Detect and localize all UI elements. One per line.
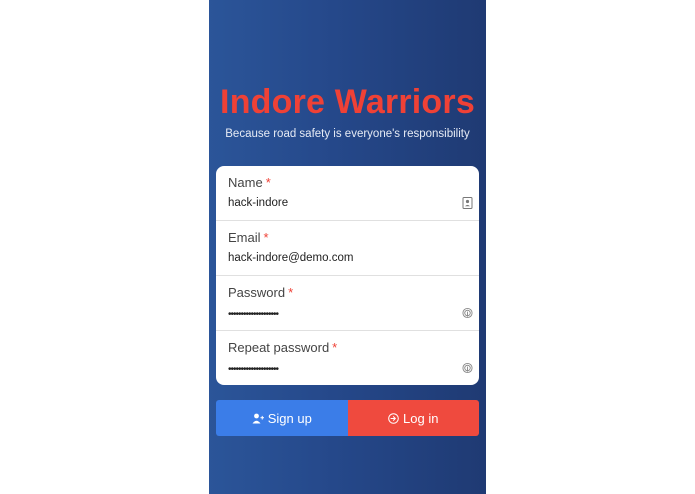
signup-form: Name * hack-indore Email * hack-indore@dem…: [216, 166, 479, 385]
required-mark: *: [332, 340, 338, 355]
repeat-password-input[interactable]: ••••••••••••••••••••: [228, 364, 279, 375]
login-label: Log in: [403, 410, 439, 426]
app-subtitle: Because road safety is everyone's respon…: [225, 128, 470, 140]
contact-card-icon: [462, 197, 473, 209]
password-input[interactable]: ••••••••••••••••••••: [228, 309, 279, 320]
app-title: Indore Warriors: [220, 83, 475, 121]
add-user-icon: [252, 413, 264, 423]
app-screen: Indore Warriors Because road safety is e…: [209, 0, 486, 494]
repeat-password-field[interactable]: Repeat password * ••••••••••••••••••••: [216, 331, 479, 385]
login-button[interactable]: Log in: [347, 400, 479, 436]
password-label: Password *: [228, 285, 294, 300]
name-field[interactable]: Name * hack-indore: [216, 166, 479, 221]
action-buttons: Sign up Log in: [216, 400, 479, 436]
fingerprint-icon[interactable]: [462, 307, 473, 319]
login-icon: [388, 412, 399, 424]
email-label: Email *: [228, 230, 269, 245]
repeat-password-label: Repeat password *: [228, 340, 338, 355]
name-label: Name *: [228, 175, 271, 190]
required-mark: *: [263, 230, 269, 245]
password-field[interactable]: Password * ••••••••••••••••••••: [216, 276, 479, 331]
name-input[interactable]: hack-indore: [228, 197, 288, 209]
email-field[interactable]: Email * hack-indore@demo.com: [216, 221, 479, 276]
required-mark: *: [265, 175, 271, 190]
email-input[interactable]: hack-indore@demo.com: [228, 252, 353, 264]
fingerprint-icon[interactable]: [462, 362, 473, 374]
signup-button[interactable]: Sign up: [216, 400, 348, 436]
signup-label: Sign up: [267, 410, 312, 426]
required-mark: *: [288, 285, 294, 300]
